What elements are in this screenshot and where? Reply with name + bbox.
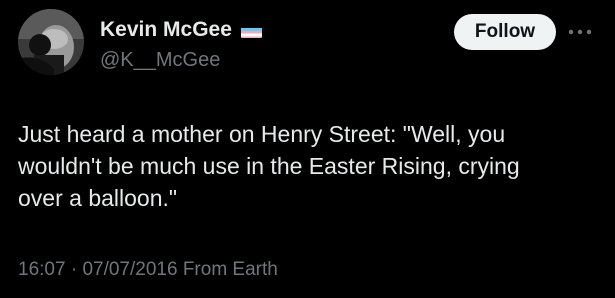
tweet-text: Just heard a mother on Henry Street: "We… bbox=[18, 121, 520, 211]
tweet-meta: 16:07 · 07/07/2016 From Earth bbox=[18, 259, 278, 281]
trans-flag-icon bbox=[240, 24, 262, 38]
follow-button[interactable]: Follow bbox=[454, 14, 556, 50]
author-handle[interactable]: @K__McGee bbox=[100, 49, 220, 72]
tweet-card: Kevin McGee @K__McGee Follow Just heard … bbox=[0, 0, 615, 298]
avatar[interactable] bbox=[18, 9, 84, 75]
tweet-source: From Earth bbox=[182, 259, 278, 280]
more-options-icon[interactable] bbox=[565, 20, 595, 44]
tweet-time[interactable]: 16:07 bbox=[18, 259, 71, 280]
meta-separator: · bbox=[70, 259, 83, 280]
author-display-name[interactable]: Kevin McGee bbox=[100, 18, 262, 42]
author-name-text: Kevin McGee bbox=[100, 18, 232, 41]
profile-photo-icon bbox=[18, 9, 84, 75]
tweet-date[interactable]: 07/07/2016 bbox=[82, 259, 182, 280]
